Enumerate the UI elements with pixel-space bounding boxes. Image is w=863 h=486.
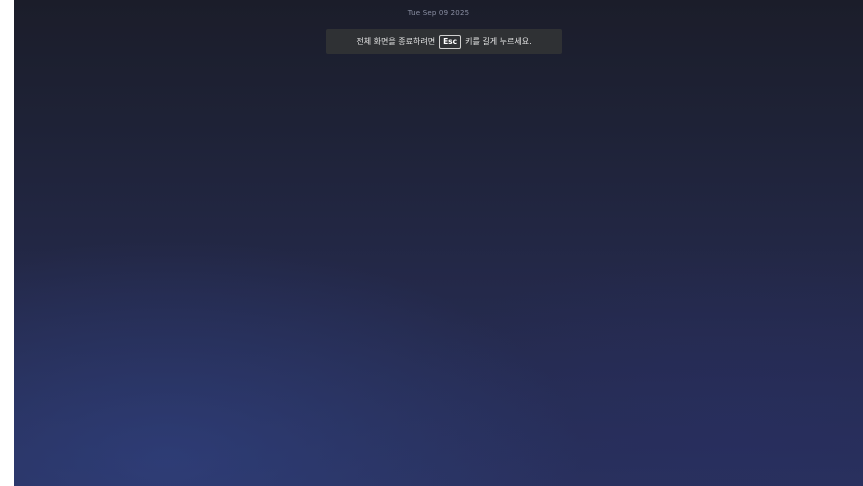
exit-fullscreen-banner: 전체 화면을 종료하려면 Esc 키를 길게 누르세요. <box>326 29 562 54</box>
banner-text-before: 전체 화면을 종료하려면 <box>356 37 436 46</box>
banner-text-after: 키를 길게 누르세요. <box>465 37 532 46</box>
clock-date: Tue Sep 09 2025 <box>407 9 470 17</box>
fullscreen-desktop: Tue Sep 09 2025 전체 화면을 종료하려면 Esc 키를 길게 누… <box>14 0 863 486</box>
esc-key-hint: Esc <box>439 34 462 49</box>
